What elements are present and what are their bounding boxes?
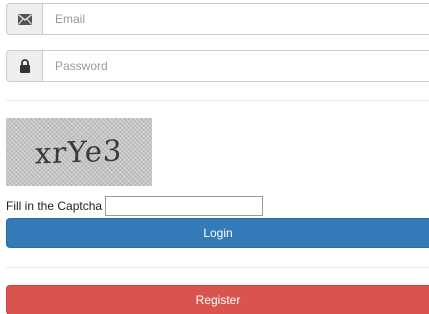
- email-field[interactable]: [42, 3, 429, 35]
- captcha-input[interactable]: [105, 196, 264, 216]
- captcha-text: xrYe3: [34, 133, 124, 171]
- divider: [6, 267, 429, 268]
- password-field[interactable]: [42, 50, 429, 82]
- login-form: xrYe3 Fill in the Captcha Login Register: [0, 0, 429, 314]
- divider: [6, 100, 429, 101]
- captcha-label: Fill in the Captcha: [6, 199, 103, 213]
- lock-icon: [6, 50, 42, 82]
- captcha-row: Fill in the Captcha: [6, 196, 264, 216]
- envelope-icon: [6, 3, 42, 35]
- login-button[interactable]: Login: [6, 218, 429, 248]
- captcha-image: xrYe3: [6, 118, 152, 186]
- password-input-group: [6, 50, 429, 82]
- email-input-group: [6, 3, 429, 35]
- register-button[interactable]: Register: [6, 285, 429, 314]
